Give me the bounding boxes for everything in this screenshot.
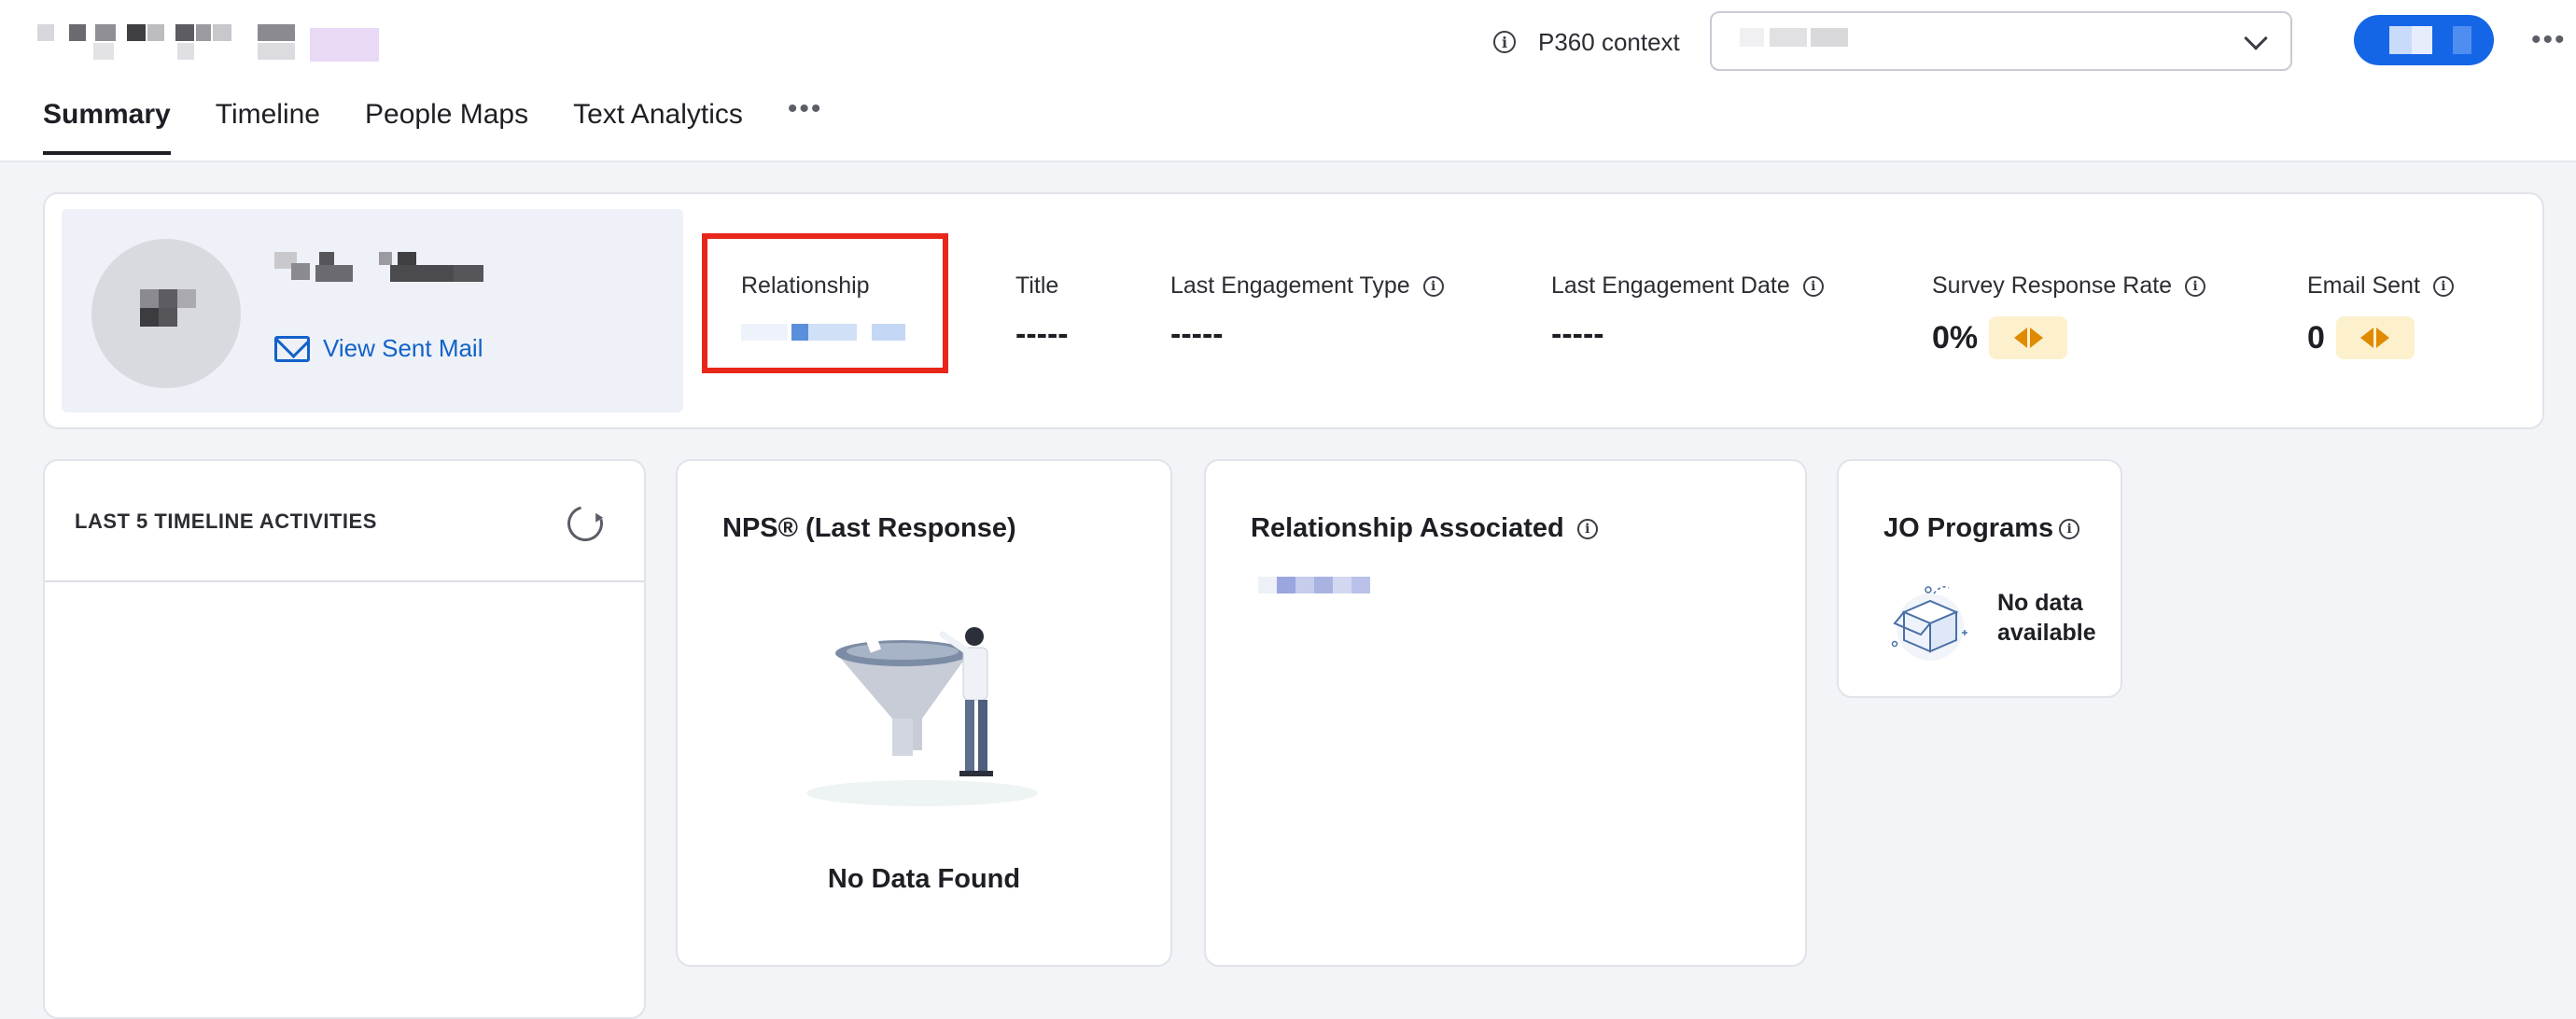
- info-icon[interactable]: i: [1493, 31, 1516, 53]
- chevron-down-icon[interactable]: [2244, 26, 2268, 50]
- info-icon[interactable]: i: [2059, 518, 2080, 539]
- metric-survey-response-rate: Survey Response Rate i 0%: [1932, 272, 2206, 359]
- tab-bar: Summary Timeline People Maps Text Analyt…: [43, 93, 822, 155]
- last-engagement-type-value: -----: [1170, 316, 1224, 352]
- info-icon[interactable]: i: [1576, 518, 1598, 539]
- timeline-card-title: LAST 5 TIMELINE ACTIVITIES: [75, 510, 377, 533]
- timeline-card-header: LAST 5 TIMELINE ACTIVITIES: [45, 461, 644, 582]
- view-sent-mail-link[interactable]: View Sent Mail: [274, 334, 483, 363]
- refresh-icon[interactable]: [561, 499, 609, 548]
- relationship-label: Relationship: [741, 272, 870, 299]
- survey-response-rate-value: 0%: [1932, 319, 1979, 356]
- info-icon[interactable]: i: [2185, 275, 2206, 297]
- metric-last-engagement-type: Last Engagement Type i -----: [1170, 272, 1444, 353]
- empty-box-icon: [1891, 586, 1967, 661]
- info-icon[interactable]: i: [1422, 275, 1444, 297]
- avatar: [91, 239, 241, 388]
- jo-programs-no-data: No data available: [1997, 590, 2096, 646]
- tab-summary[interactable]: Summary: [43, 99, 171, 155]
- survey-response-rate-label: Survey Response Rate: [1932, 272, 2173, 299]
- info-icon[interactable]: i: [2432, 275, 2454, 297]
- last-engagement-date-label: Last Engagement Date: [1551, 272, 1790, 299]
- tab-text-analytics[interactable]: Text Analytics: [573, 99, 743, 155]
- last-engagement-type-label: Last Engagement Type: [1170, 272, 1410, 299]
- tabs-more-icon[interactable]: •••: [788, 93, 823, 149]
- header-action-button[interactable]: [2354, 15, 2494, 65]
- select-value-redacted: [1740, 28, 1764, 47]
- last-engagement-date-value: -----: [1551, 316, 1604, 352]
- jo-programs-title: JO Programs: [1883, 513, 2054, 543]
- trend-neutral-icon: [1989, 316, 2068, 359]
- trend-neutral-icon: [2335, 316, 2415, 359]
- jo-programs-card: JO Programs i No data available: [1837, 459, 2122, 698]
- metric-last-engagement-date: Last Engagement Date i -----: [1551, 272, 1824, 353]
- person-summary-card: View Sent Mail Relationship Title ----- …: [43, 192, 2544, 429]
- person-name-redacted: [274, 250, 489, 287]
- tab-timeline[interactable]: Timeline: [216, 99, 320, 155]
- metric-title: Title -----: [1015, 272, 1069, 353]
- header-more-icon[interactable]: •••: [2531, 26, 2567, 54]
- relationship-associated-value-redacted: [1258, 577, 1389, 595]
- title-label: Title: [1015, 272, 1059, 299]
- nps-no-data: No Data Found: [827, 864, 1021, 894]
- p360-context-label: P360 context: [1538, 27, 1680, 56]
- mail-icon: [274, 335, 310, 362]
- metric-email-sent: Email Sent i 0: [2307, 272, 2454, 359]
- relationship-value-redacted: [741, 324, 909, 342]
- p360-context-select[interactable]: [1710, 11, 2292, 71]
- title-value: -----: [1015, 316, 1069, 352]
- email-sent-value: 0: [2307, 319, 2325, 356]
- empty-funnel-illustration: [806, 625, 1038, 806]
- nps-card: NPS® (Last Response) No Data Found: [676, 459, 1172, 967]
- info-icon[interactable]: i: [1802, 275, 1824, 297]
- relationship-associated-title: Relationship Associated: [1251, 513, 1564, 543]
- tab-people-maps[interactable]: People Maps: [365, 99, 528, 155]
- view-sent-mail-label: View Sent Mail: [323, 334, 483, 362]
- metric-relationship: Relationship: [741, 272, 909, 342]
- p360-context: i P360 context: [1493, 22, 1680, 62]
- email-sent-label: Email Sent: [2307, 272, 2420, 299]
- profile-panel: View Sent Mail: [62, 209, 683, 412]
- nps-card-title: NPS® (Last Response): [722, 513, 1016, 543]
- page-header: i P360 context ••• Summary Timeline Peop…: [0, 0, 2576, 162]
- relationship-associated-card: Relationship Associated i: [1204, 459, 1807, 967]
- app-logo-redacted: [37, 21, 392, 65]
- timeline-activities-card: LAST 5 TIMELINE ACTIVITIES: [43, 459, 646, 1019]
